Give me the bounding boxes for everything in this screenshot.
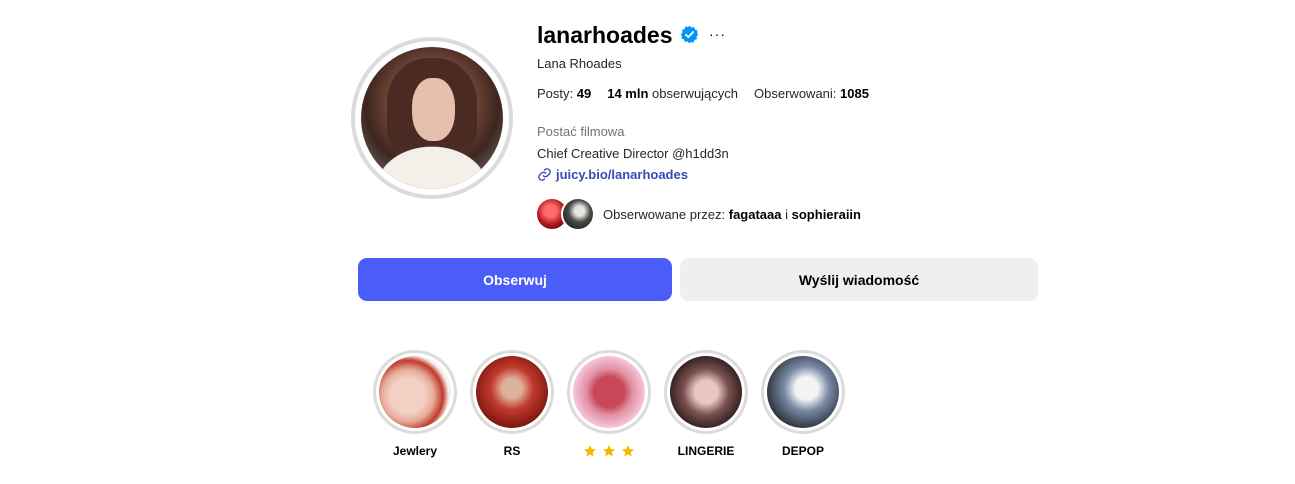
profile-stats: Posty: 49 14 mln obserwujących Obserwowa…	[537, 86, 869, 101]
profile-username: lanarhoades	[537, 22, 673, 48]
profile-full-name: Lana Rhoades	[537, 56, 622, 71]
story-highlights: Jewlery RS LINGERIE DEPOP	[373, 350, 845, 459]
star-icon	[622, 445, 634, 457]
profile-avatar[interactable]	[351, 37, 513, 199]
highlight-cover[interactable]	[761, 350, 845, 434]
follow-button[interactable]: Obserwuj	[358, 258, 672, 301]
mutual-avatar	[561, 197, 595, 231]
highlight-item[interactable]: DEPOP	[761, 350, 845, 459]
posts-count: Posty: 49	[537, 86, 592, 101]
highlight-label: Jewlery	[392, 444, 438, 458]
highlight-cover[interactable]	[664, 350, 748, 434]
profile-category: Postać filmowa	[537, 124, 625, 139]
highlight-item[interactable]	[567, 350, 651, 459]
profile-bio: Chief Creative Director @h1dd3n	[537, 146, 729, 161]
mutual-followers[interactable]: Obserwowane przez: fagataaa i sophieraii…	[535, 197, 861, 231]
highlight-cover[interactable]	[470, 350, 554, 434]
highlight-item[interactable]: LINGERIE	[664, 350, 748, 459]
highlight-cover[interactable]	[373, 350, 457, 434]
more-options-icon[interactable]: ···	[709, 26, 726, 42]
highlight-label: DEPOP	[781, 444, 824, 458]
followers-count[interactable]: 14 mln obserwujących	[607, 86, 738, 101]
star-icon	[603, 445, 615, 457]
highlight-label: RS	[503, 444, 521, 458]
highlight-item[interactable]: RS	[470, 350, 554, 459]
star-icon	[584, 445, 596, 457]
profile-link[interactable]: juicy.bio/lanarhoades	[537, 167, 688, 182]
profile-link-text[interactable]: juicy.bio/lanarhoades	[556, 167, 688, 182]
following-count[interactable]: Obserwowani: 1085	[754, 86, 869, 101]
avatar-image	[361, 47, 503, 189]
send-message-button[interactable]: Wyślij wiadomość	[680, 258, 1038, 301]
link-icon	[538, 168, 551, 181]
highlight-item[interactable]: Jewlery	[373, 350, 457, 459]
mutual-followers-text: Obserwowane przez: fagataaa i sophieraii…	[603, 206, 861, 222]
highlight-cover[interactable]	[567, 350, 651, 434]
highlight-label-stars	[583, 443, 635, 459]
verified-badge-icon	[680, 25, 699, 44]
highlight-label: LINGERIE	[677, 444, 735, 458]
